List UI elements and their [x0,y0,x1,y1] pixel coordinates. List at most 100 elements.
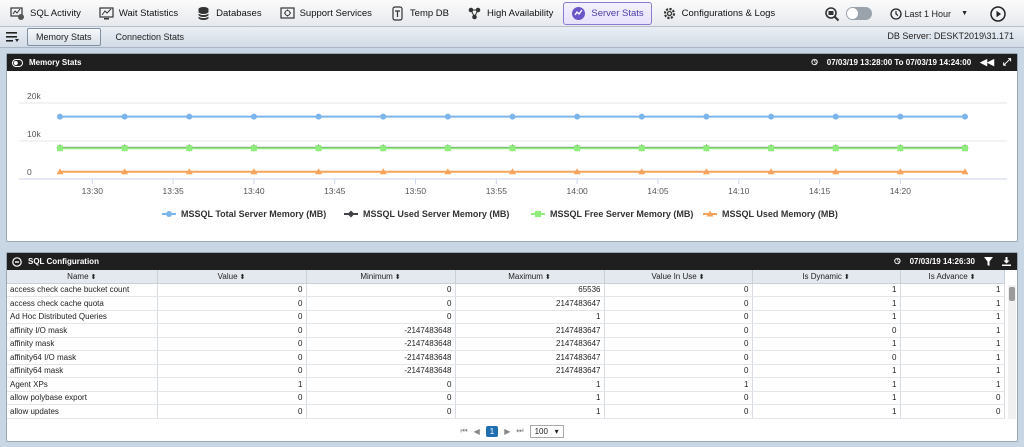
column-header[interactable]: Name ⬍ [7,270,158,284]
filter-icon[interactable] [984,257,993,266]
table-row[interactable]: affinity I/O mask 0 -2147483648 2147483647 0… [7,323,1005,338]
tab-memory-stats[interactable]: Memory Stats [27,28,101,46]
last-page-icon[interactable]: ⏭︎ [516,426,523,436]
table-cell: 0 [157,310,307,324]
binoculars-icon[interactable] [824,6,840,22]
time-range-label: Last 1 Hour [904,8,952,19]
column-header-label: Name [67,271,89,281]
table-row[interactable]: allow polybase export 0 0 1 0 1 0 [7,391,1005,405]
data-point [703,113,710,120]
data-point [574,113,581,120]
table-cell: 0 [306,404,456,419]
column-header[interactable]: Is Advance ⬍ [900,270,1005,284]
table-cell: 1 [604,377,753,392]
table-cell: access check cache bucket count [7,283,158,297]
nav-item-support-services[interactable]: Support Services [272,2,380,25]
sort-icon: ⬍ [967,273,976,281]
config-panel-title: SQL Configuration [28,257,99,266]
x-tick-label: 13:40 [243,186,265,196]
nav-item-temp-db[interactable]: Temp DB [382,2,457,25]
column-header[interactable]: Value In Use ⬍ [604,270,753,284]
table-cell: -2147483648 [306,323,456,338]
clock-icon: 🕓︎ [811,57,818,67]
table-cell: 1 [900,337,1005,351]
y-tick-label: 10k [27,129,41,139]
chevron-down-icon: ▾ [554,426,559,436]
table-cell: allow polybase export [7,391,158,405]
play-icon[interactable] [990,5,1006,22]
data-point [832,113,839,120]
table-cell: 0 [604,337,753,351]
data-point [703,145,710,152]
download-icon[interactable] [1002,257,1011,266]
legend-label: MSSQL Free Server Memory (MB) [550,209,693,219]
nav-item-high-availability[interactable]: High Availability [459,2,561,25]
column-header[interactable]: Is Dynamic ⬍ [752,270,901,284]
gear-icon [662,6,677,21]
nav-item-databases[interactable]: Databases [188,2,269,25]
table-cell: 0 [157,404,307,419]
next-page-icon[interactable]: ▶ [504,427,510,436]
nav-item-label: Temp DB [409,7,449,19]
legend-label: MSSQL Used Memory (MB) [722,209,838,219]
data-point [121,113,128,120]
nav-item-wait-statistics[interactable]: Wait Statistics [91,2,186,25]
legend-marker [347,210,355,218]
data-point [768,113,775,120]
scrollbar-thumb[interactable] [1009,287,1015,301]
table-row[interactable]: affinity64 mask 0 -2147483648 2147483647 0 1 1 [7,364,1005,378]
first-page-icon[interactable]: ⏮︎ [460,426,467,436]
rewind-icon[interactable]: ◀◀ [980,57,994,68]
memory-stats-panel: Memory Stats 🕓︎ 07/03/19 13:28:00 To 07/… [6,53,1018,242]
expand-icon[interactable]: ⤢ [1003,57,1011,68]
data-point [380,145,387,152]
x-tick-label: 14:05 [647,186,669,196]
column-header[interactable]: Maximum ⬍ [455,270,605,284]
nav-item-server-stats[interactable]: Server Stats [563,1,652,25]
time-range-select[interactable]: Last 1 Hour ▼ [905,9,968,19]
data-point [380,113,387,120]
table-row[interactable]: Agent XPs 1 0 1 1 1 1 [7,377,1005,392]
table-row[interactable]: Ad Hoc Distributed Queries 0 0 1 0 1 1 [7,310,1005,324]
nav-item-sql-activity[interactable]: SQL Activity [2,2,89,25]
table-cell: 2147483647 [455,296,605,311]
page-size-select[interactable]: 100 ▾ [529,424,564,438]
legend-marker [535,211,541,217]
table-cell: 1 [752,391,901,405]
nav-item-configurations-logs[interactable]: Configurations & Logs [654,2,783,25]
current-page[interactable]: 1 [485,425,499,437]
data-point [768,145,775,152]
data-point [315,145,322,152]
prev-page-icon[interactable]: ◀ [474,427,480,436]
clock-icon [889,7,902,20]
column-header[interactable]: Value ⬍ [157,270,307,284]
collapse-icon[interactable] [12,58,23,67]
collapse-circle-icon[interactable] [12,256,22,267]
tab-connection-stats[interactable]: Connection Stats [107,28,194,46]
table-header-row: Name ⬍ Value ⬍ Minimum ⬍ Maximum ⬍ Value In … [7,270,1005,284]
data-point [444,113,451,120]
table-row[interactable]: access check cache bucket count 0 0 65536 0 1… [7,283,1005,297]
table-cell: 0 [752,350,901,365]
column-header[interactable]: Minimum ⬍ [306,270,456,284]
table-row[interactable]: affinity64 I/O mask 0 -2147483648 214748364… [7,350,1005,365]
data-point [57,145,63,152]
table-cell: 0 [157,364,307,378]
table-cell: 0 [604,283,753,297]
table-row[interactable]: affinity mask 0 -2147483648 2147483647 0 1 1 [7,337,1005,351]
data-point [897,145,904,152]
data-point [250,145,257,152]
table-row[interactable]: access check cache quota 0 0 2147483647 0 1 1 [7,296,1005,311]
table-scrollbar[interactable] [1008,285,1016,419]
server-stats-icon [571,6,586,21]
data-point [186,113,193,120]
table-cell: 0 [157,323,307,338]
x-tick-label: 13:50 [405,186,427,196]
sort-icon: ⬍ [237,273,246,281]
x-tick-label: 14:15 [809,186,831,196]
column-header-label: Is Dynamic [802,271,842,281]
toggle-switch[interactable] [845,7,872,20]
support-services-icon [279,6,295,21]
menu-icon[interactable] [6,32,19,42]
table-row[interactable]: allow updates 0 0 1 0 1 0 [7,404,1005,419]
